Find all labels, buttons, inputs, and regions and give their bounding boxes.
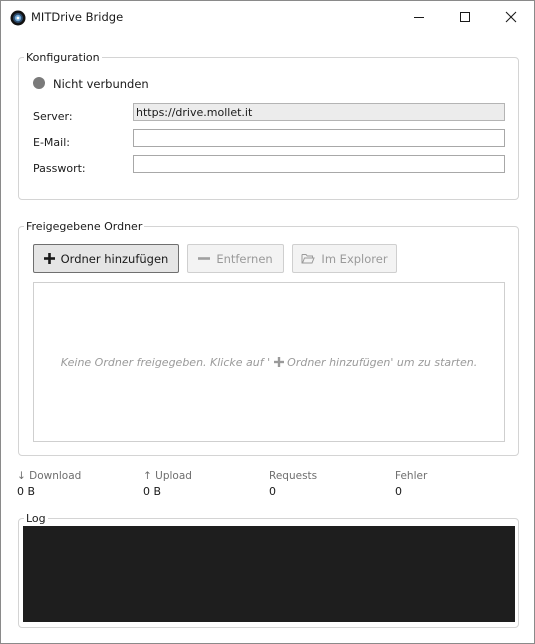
title-bar: MITDrive Bridge — [1, 1, 534, 34]
connection-status-dot — [33, 77, 45, 89]
email-label: E-Mail: — [33, 136, 70, 149]
upload-label: ↑ Upload — [143, 470, 192, 482]
shared-folders-list[interactable]: Keine Ordner freigegeben. Klicke auf ' O… — [33, 282, 505, 442]
window-title: MITDrive Bridge — [31, 10, 124, 24]
close-icon — [505, 11, 517, 23]
close-button[interactable] — [488, 1, 534, 34]
log-output[interactable] — [23, 526, 515, 622]
requests-label: Requests — [269, 470, 318, 482]
app-icon — [10, 10, 26, 26]
empty-message-end: Ordner hinzufügen' um zu starten. — [287, 356, 478, 369]
minimize-button[interactable] — [396, 1, 442, 34]
open-in-explorer-label: Im Explorer — [321, 251, 388, 266]
remove-folder-label: Entfernen — [216, 251, 273, 266]
maximize-icon — [460, 12, 470, 22]
minimize-icon — [414, 17, 424, 18]
folder-open-icon — [301, 254, 316, 264]
password-field[interactable] — [133, 155, 505, 173]
password-label: Passwort: — [33, 162, 86, 175]
connection-status-text: Nicht verbunden — [53, 77, 149, 91]
maximize-button[interactable] — [442, 1, 488, 34]
add-folder-button[interactable]: Ordner hinzufügen — [33, 244, 179, 273]
minus-icon — [198, 257, 211, 260]
email-field[interactable] — [133, 129, 505, 147]
plus-icon — [43, 253, 55, 264]
requests-value: 0 — [269, 485, 276, 498]
plus-icon — [273, 357, 284, 367]
shared-folders-legend: Freigegebene Ordner — [26, 220, 143, 233]
app-window: MITDrive Bridge Konfiguration Nicht verb… — [0, 0, 535, 644]
errors-label: Fehler — [395, 470, 428, 482]
empty-message-start: Keine Ordner freigegeben. Klicke auf ' — [60, 356, 271, 369]
empty-folders-message: Keine Ordner freigegeben. Klicke auf ' O… — [34, 356, 504, 369]
log-legend: Log — [26, 512, 46, 525]
add-folder-label: Ordner hinzufügen — [60, 251, 169, 266]
server-field[interactable] — [133, 103, 505, 121]
download-value: 0 B — [17, 485, 36, 498]
upload-value: 0 B — [143, 485, 162, 498]
open-in-explorer-button[interactable]: Im Explorer — [292, 244, 397, 273]
remove-folder-button[interactable]: Entfernen — [187, 244, 284, 273]
config-legend: Konfiguration — [26, 51, 100, 64]
config-group: Konfiguration — [18, 51, 519, 200]
errors-value: 0 — [395, 485, 402, 498]
download-label: ↓ Download — [17, 470, 82, 482]
server-label: Server: — [33, 110, 73, 123]
